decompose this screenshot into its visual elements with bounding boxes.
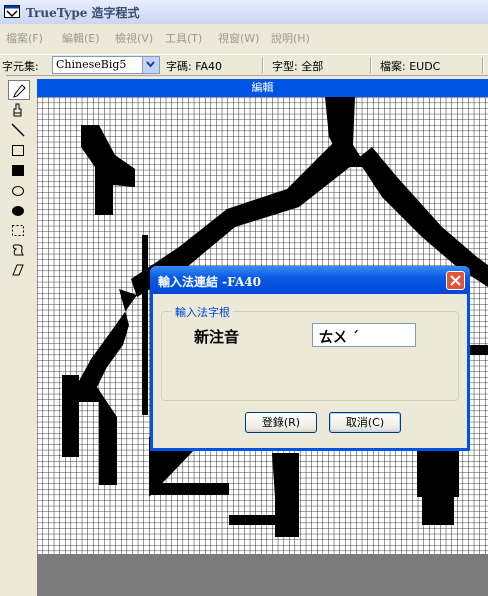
menu-edit[interactable]: 編輯(E) bbox=[62, 30, 100, 46]
group-label: 輸入法字根 bbox=[172, 304, 233, 320]
ime-link-dialog: 輸入法連結 -FA40 輸入法字根 新注音 ㄊㄨ ˊ 登錄(R) 取消(C) bbox=[150, 266, 470, 451]
rectangular-select-icon bbox=[12, 225, 24, 236]
tool-rectangular-select[interactable] bbox=[8, 220, 30, 240]
filled-rectangle-icon bbox=[12, 165, 24, 176]
charset-value: ChineseBig5 bbox=[56, 58, 127, 71]
tool-hollow-ellipse[interactable] bbox=[8, 180, 30, 200]
tool-pencil[interactable] bbox=[8, 80, 30, 100]
window-title: TrueType 造字程式 bbox=[26, 6, 140, 20]
font-label: 字型: 全部 bbox=[272, 60, 324, 73]
tool-filled-ellipse[interactable] bbox=[8, 200, 30, 220]
cancel-button-label: 取消(C) bbox=[345, 416, 385, 429]
eraser-icon bbox=[12, 264, 24, 276]
separator bbox=[482, 57, 484, 73]
freeform-select-icon bbox=[12, 244, 24, 256]
line-icon bbox=[11, 123, 25, 137]
menu-view[interactable]: 檢視(V) bbox=[115, 30, 153, 46]
charset-select[interactable]: ChineseBig5 bbox=[52, 56, 160, 74]
character-info-bar: 字元集: ChineseBig5 字碼: FA40 字型: 全部 檔案: EUD… bbox=[0, 54, 488, 76]
workspace-background bbox=[37, 554, 488, 596]
chevron-down-icon bbox=[146, 61, 155, 68]
menu-bar: 檔案(F) 編輯(E) 檢視(V) 工具(T) 視窗(W) 說明(H) bbox=[0, 26, 488, 48]
dialog-title: 輸入法連結 -FA40 bbox=[158, 275, 261, 289]
menu-tools[interactable]: 工具(T) bbox=[165, 30, 202, 46]
file-label: 檔案: EUDC bbox=[380, 60, 441, 73]
register-button[interactable]: 登錄(R) bbox=[245, 412, 317, 433]
tool-freeform-select[interactable] bbox=[8, 240, 30, 260]
toolbox bbox=[6, 80, 32, 596]
filled-ellipse-icon bbox=[12, 206, 24, 216]
hollow-rectangle-icon bbox=[12, 145, 24, 156]
ime-root-group: 輸入法字根 新注音 ㄊㄨ ˊ bbox=[161, 304, 459, 401]
cancel-button[interactable]: 取消(C) bbox=[329, 412, 401, 433]
dialog-close-button[interactable] bbox=[446, 271, 465, 290]
ime-root-input[interactable]: ㄊㄨ ˊ bbox=[312, 323, 416, 347]
editor-title: 編輯 bbox=[37, 79, 488, 97]
tool-eraser[interactable] bbox=[8, 260, 30, 280]
menu-help[interactable]: 說明(H) bbox=[271, 30, 310, 46]
separator bbox=[262, 57, 264, 73]
dropdown-button[interactable] bbox=[142, 57, 159, 73]
dialog-body: 輸入法字根 新注音 ㄊㄨ ˊ 登錄(R) 取消(C) bbox=[153, 294, 467, 448]
app-icon bbox=[4, 5, 20, 18]
register-button-label: 登錄(R) bbox=[261, 416, 301, 429]
tool-filled-rectangle[interactable] bbox=[8, 160, 30, 180]
tool-line[interactable] bbox=[8, 120, 30, 140]
ime-root-value: ㄊㄨ ˊ bbox=[319, 330, 359, 346]
close-icon bbox=[450, 275, 461, 286]
ime-method-name: 新注音 bbox=[194, 328, 240, 346]
menu-window[interactable]: 視窗(W) bbox=[218, 30, 259, 46]
separator bbox=[370, 57, 372, 73]
tool-hollow-rectangle[interactable] bbox=[8, 140, 30, 160]
dialog-title-bar[interactable]: 輸入法連結 -FA40 bbox=[150, 266, 470, 294]
pencil-icon bbox=[13, 84, 26, 98]
brush-icon bbox=[13, 103, 22, 117]
char-code-label: 字碼: FA40 bbox=[166, 60, 223, 73]
menu-file[interactable]: 檔案(F) bbox=[6, 30, 43, 46]
hollow-ellipse-icon bbox=[12, 186, 24, 196]
charset-label: 字元集: bbox=[2, 60, 39, 73]
title-bar: TrueType 造字程式 bbox=[0, 0, 488, 24]
tool-brush[interactable] bbox=[8, 100, 30, 120]
